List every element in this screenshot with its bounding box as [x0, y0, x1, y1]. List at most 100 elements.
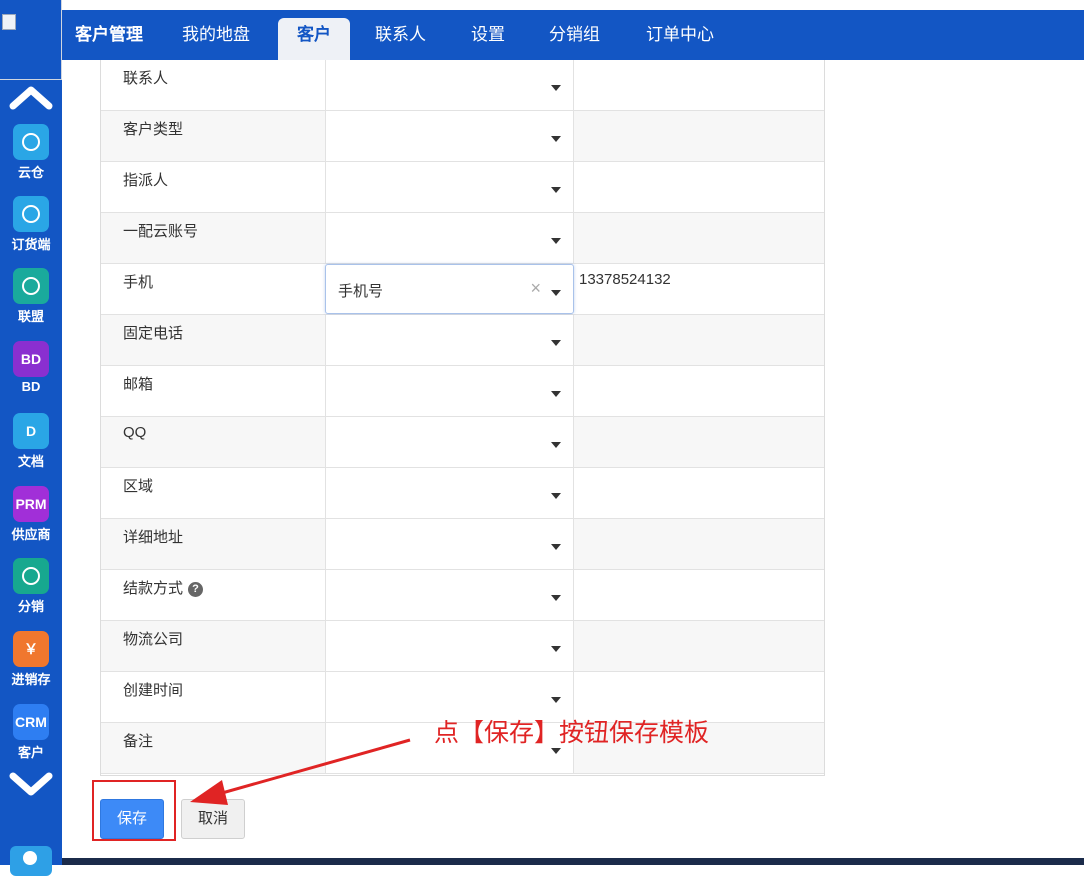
field-label-text: 区域 — [123, 478, 154, 495]
field-select[interactable] — [325, 111, 574, 161]
sidebar-item-1[interactable]: 订货端 — [0, 196, 62, 253]
nav-brand[interactable]: 客户管理 — [75, 10, 143, 60]
field-select[interactable] — [325, 570, 574, 620]
field-select[interactable] — [325, 417, 574, 467]
tab-contacts[interactable]: 联系人 — [375, 10, 426, 60]
yen-icon: ￥ — [13, 631, 49, 667]
sidebar-item-2[interactable]: 联盟 — [0, 268, 62, 325]
field-label-text: 物流公司 — [123, 631, 184, 648]
sidebar-item-label: 订货端 — [11, 237, 51, 252]
field-select[interactable] — [325, 621, 574, 671]
form-row: 结款方式? — [101, 570, 824, 621]
field-label-text: 结款方式 — [123, 580, 184, 597]
field-select[interactable] — [325, 162, 574, 212]
field-label: 指派人 — [123, 169, 168, 190]
handshake-icon — [13, 268, 49, 304]
sidebar-item-3[interactable]: BD BD — [0, 341, 62, 394]
caret-down-icon[interactable] — [551, 340, 561, 346]
tab-order-center[interactable]: 订单中心 — [646, 10, 714, 60]
chevron-up-icon[interactable] — [8, 82, 54, 112]
field-select[interactable] — [325, 213, 574, 263]
caret-down-icon[interactable] — [551, 595, 561, 601]
caret-down-icon[interactable] — [551, 187, 561, 193]
form-row: 一配云账号 — [101, 213, 824, 264]
caret-down-icon[interactable] — [551, 544, 561, 550]
field-label: QQ — [123, 424, 146, 441]
field-label-text: 指派人 — [123, 172, 169, 189]
sidebar-item-label: 云仓 — [17, 165, 44, 180]
field-select[interactable] — [325, 366, 574, 416]
form-row: 邮箱 — [101, 366, 824, 417]
sidebar-item-label: 联盟 — [17, 309, 44, 324]
sidebar-item-8[interactable]: CRM 客户 — [0, 704, 62, 761]
field-label: 创建时间 — [123, 679, 183, 700]
sidebar-item-6[interactable]: 分销 — [0, 558, 62, 615]
sidebar-item-label: 分销 — [17, 599, 44, 614]
sidebar: 云仓订货端联盟 BD BD D 文档 PRM 供应商分销 ￥ 进销存 CRM 客户 — [0, 0, 62, 876]
field-label: 手机 — [123, 271, 153, 292]
top-navigation: 客户管理 我的地盘 客户 联系人 设置 分销组 订单中心 — [62, 10, 1084, 60]
field-label-text: 客户类型 — [123, 121, 184, 138]
prm-icon: PRM — [13, 486, 49, 522]
broken-image-icon — [2, 14, 16, 30]
caret-down-icon[interactable] — [551, 238, 561, 244]
cancel-button[interactable]: 取消 — [181, 799, 245, 839]
user-avatar-icon[interactable] — [10, 846, 52, 876]
document-icon: D — [13, 413, 49, 449]
form-row: 区域 — [101, 468, 824, 519]
caret-down-icon[interactable] — [551, 136, 561, 142]
form-row: 手机 手机号 × 13378524132 — [101, 264, 824, 315]
sidebar-item-label: BD — [21, 379, 41, 394]
chevron-down-icon[interactable] — [8, 770, 54, 800]
field-label-text: 联系人 — [123, 70, 169, 87]
caret-down-icon[interactable] — [551, 85, 561, 91]
caret-down-icon[interactable] — [551, 646, 561, 652]
sidebar-item-5[interactable]: PRM 供应商 — [0, 486, 62, 543]
caret-down-icon[interactable] — [551, 697, 561, 703]
field-label: 联系人 — [123, 67, 168, 88]
annotation-text: 点【保存】按钮保存模板 — [434, 719, 710, 747]
field-label-text: 固定电话 — [123, 325, 184, 342]
network-icon — [13, 558, 49, 594]
clear-icon[interactable]: × — [530, 278, 541, 299]
crm-icon: CRM — [13, 704, 49, 740]
tab-settings[interactable]: 设置 — [471, 10, 505, 60]
form-row: 客户类型 — [101, 111, 824, 162]
sidebar-item-label: 进销存 — [11, 672, 51, 687]
field-label: 一配云账号 — [123, 220, 198, 241]
logo — [0, 0, 62, 80]
sidebar-item-label: 供应商 — [11, 527, 51, 542]
field-label-text: 详细地址 — [123, 529, 184, 546]
sidebar-item-7[interactable]: ￥ 进销存 — [0, 631, 62, 688]
field-select[interactable] — [325, 315, 574, 365]
field-select[interactable] — [325, 519, 574, 569]
chat-icon — [13, 196, 49, 232]
form-row: 物流公司 — [101, 621, 824, 672]
caret-down-icon[interactable] — [551, 391, 561, 397]
field-select[interactable] — [325, 468, 574, 518]
field-label: 邮箱 — [123, 373, 153, 394]
tab-distribution-group[interactable]: 分销组 — [549, 10, 600, 60]
caret-down-icon[interactable] — [551, 290, 561, 296]
help-icon[interactable]: ? — [188, 582, 204, 597]
field-select[interactable]: 手机号 × — [325, 264, 574, 314]
field-label: 物流公司 — [123, 628, 183, 649]
tab-customers[interactable]: 客户 — [278, 18, 350, 60]
field-select[interactable] — [325, 60, 574, 110]
tab-my-territory[interactable]: 我的地盘 — [182, 10, 250, 60]
sidebar-item-0[interactable]: 云仓 — [0, 124, 62, 181]
field-label: 结款方式? — [123, 577, 204, 598]
field-label: 备注 — [123, 730, 153, 751]
field-label-text: QQ — [123, 424, 147, 441]
field-label-text: 邮箱 — [123, 376, 154, 393]
taskbar-strip — [62, 858, 1084, 865]
bd-icon: BD — [13, 341, 49, 377]
form-row: 指派人 — [101, 162, 824, 213]
caret-down-icon[interactable] — [551, 493, 561, 499]
sidebar-item-4[interactable]: D 文档 — [0, 413, 62, 470]
field-value[interactable]: 13378524132 — [579, 271, 671, 288]
caret-down-icon[interactable] — [551, 442, 561, 448]
form-row: 固定电话 — [101, 315, 824, 366]
cloud-icon — [13, 124, 49, 160]
save-button[interactable]: 保存 — [100, 799, 164, 839]
